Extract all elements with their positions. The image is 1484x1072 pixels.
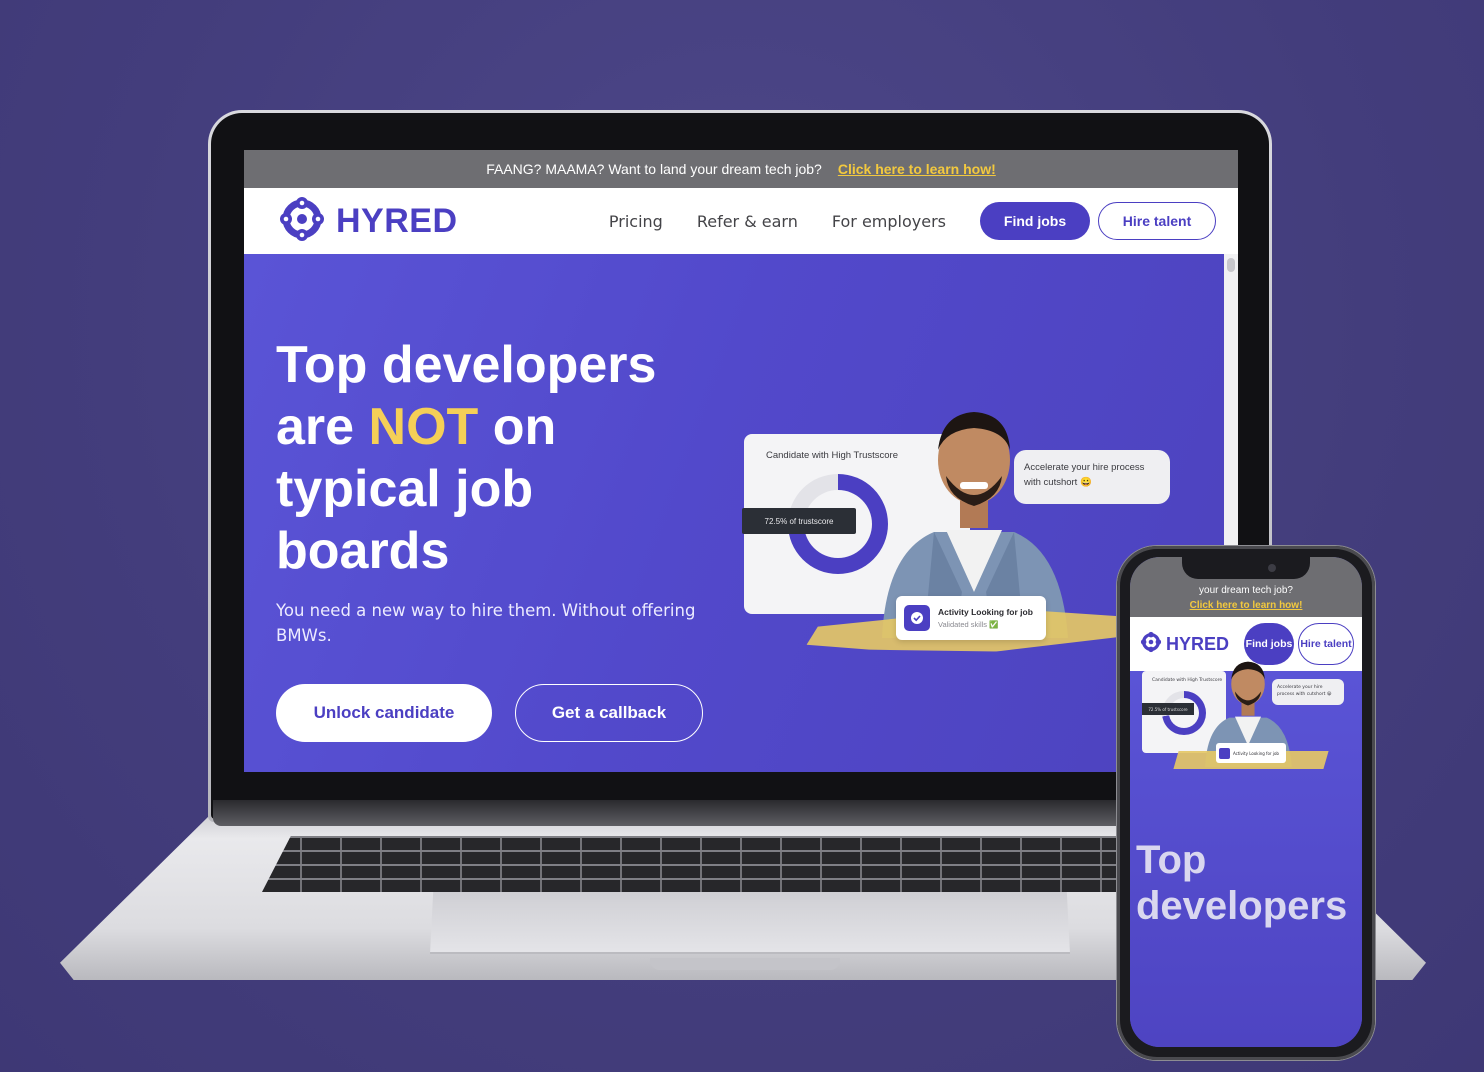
- mobile-hero-title: Top developers: [1136, 837, 1362, 929]
- promo-link[interactable]: Click here to learn how!: [838, 161, 996, 177]
- activity-title: Activity Looking for job: [938, 607, 1033, 617]
- laptop-trackpad: [430, 892, 1070, 954]
- mobile-activity-card: Activity Looking for job: [1216, 743, 1286, 763]
- logo-text: HYRED: [336, 201, 458, 240]
- laptop-hinge: [213, 800, 1269, 826]
- chat-bubble: Accelerate your hire process with cutsho…: [1014, 450, 1170, 504]
- activity-card: Activity Looking for job Validated skill…: [896, 596, 1046, 640]
- mobile-hero-title-line-2: developers: [1136, 884, 1348, 928]
- activity-subtitle: Validated skills ✅: [938, 620, 999, 629]
- promo-text: FAANG? MAAMA? Want to land your dream te…: [486, 161, 822, 177]
- phone-camera-icon: [1268, 564, 1276, 572]
- network-nodes-icon: [278, 195, 326, 247]
- top-nav: HYRED Pricing Refer & earn For employers…: [244, 188, 1238, 254]
- laptop-screen: FAANG? MAAMA? Want to land your dream te…: [244, 150, 1238, 772]
- hero-title-highlight: NOT: [368, 398, 479, 456]
- mobile-hire-talent-button[interactable]: Hire talent: [1298, 623, 1354, 665]
- laptop-base-notch: [650, 958, 840, 970]
- trustscore-tag: 72.5% of trustscore: [742, 508, 856, 534]
- hero-title: Top developers are NOT on typical job bo…: [276, 334, 736, 582]
- hero-title-line-3: typical job: [276, 460, 534, 518]
- nav-links: Pricing Refer & earn For employers Find …: [609, 202, 1216, 240]
- nav-link-for-employers[interactable]: For employers: [832, 212, 946, 231]
- nav-link-pricing[interactable]: Pricing: [609, 212, 663, 231]
- hero-title-line-1: Top developers: [276, 336, 657, 394]
- hero-title-on: on: [478, 398, 557, 456]
- nav-link-refer-earn[interactable]: Refer & earn: [697, 212, 798, 231]
- phone-notch: [1182, 557, 1310, 579]
- phone-screen: your dream tech job? Click here to learn…: [1130, 557, 1362, 1047]
- mobile-promo-link[interactable]: Click here to learn how!: [1130, 598, 1362, 613]
- hero-section: Top developers are NOT on typical job bo…: [244, 254, 1238, 772]
- mobile-hero-title-line-1: Top: [1136, 838, 1207, 882]
- get-callback-button[interactable]: Get a callback: [515, 684, 703, 742]
- hero-title-are: are: [276, 398, 369, 456]
- check-badge-icon: [904, 605, 930, 631]
- mobile-trustscore-tag: 72.5% of trustscore: [1142, 703, 1194, 715]
- scrollbar-thumb[interactable]: [1227, 258, 1235, 272]
- mobile-logo-icon[interactable]: [1140, 631, 1162, 657]
- hire-talent-button[interactable]: Hire talent: [1098, 202, 1216, 240]
- mobile-check-badge-icon: [1219, 747, 1230, 759]
- mobile-logo-text[interactable]: HYRED: [1166, 634, 1229, 655]
- laptop-keyboard: [262, 836, 1222, 892]
- mobile-activity-title: Activity Looking for job: [1233, 750, 1279, 756]
- hero-title-line-2: are NOT on: [276, 396, 736, 458]
- find-jobs-button[interactable]: Find jobs: [980, 202, 1090, 240]
- mobile-chat-bubble: Accelerate your hire process with cutsho…: [1272, 679, 1344, 705]
- hero-subtitle: You need a new way to hire them. Without…: [276, 601, 696, 645]
- unlock-candidate-button[interactable]: Unlock candidate: [276, 684, 492, 742]
- logo[interactable]: HYRED: [278, 195, 458, 247]
- hero-title-line-4: boards: [276, 522, 450, 580]
- promo-bar: FAANG? MAAMA? Want to land your dream te…: [244, 150, 1238, 188]
